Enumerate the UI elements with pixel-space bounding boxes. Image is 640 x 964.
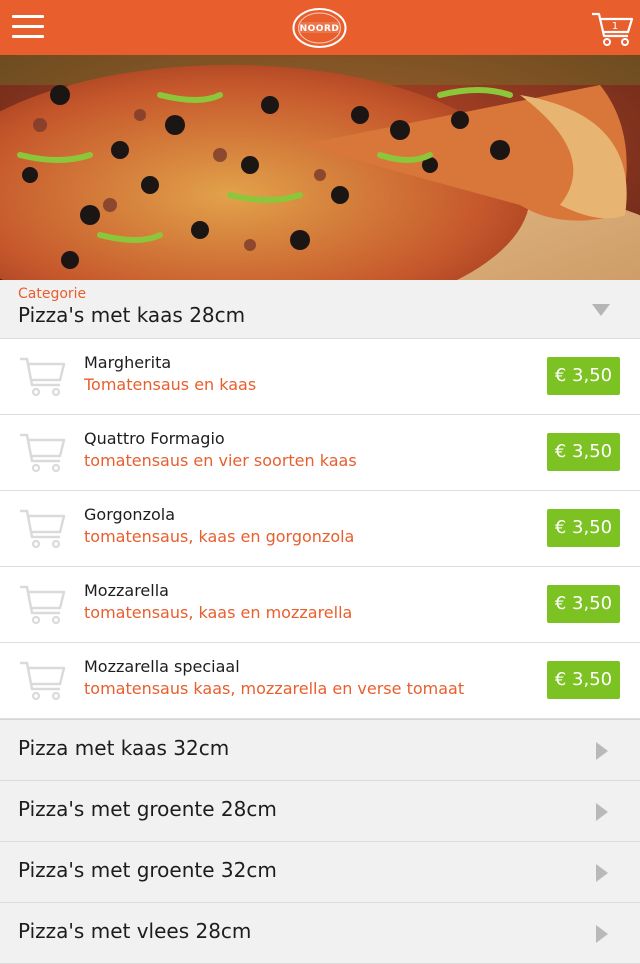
add-to-cart-icon[interactable] [18,583,66,625]
category-row[interactable]: Pizza's met vlees 28cm [0,903,640,964]
category-label: Categorie [18,286,87,302]
product-item[interactable]: Quattro Formagio tomatensaus en vier soo… [0,415,640,491]
expand-arrow-icon [596,742,608,760]
expand-arrow-icon [596,925,608,943]
category-selected-value: Pizza's met kaas 28cm [18,303,246,327]
product-item[interactable]: Gorgonzola tomatensaus, kaas en gorgonzo… [0,491,640,567]
price-button[interactable]: € 3,50 [547,661,620,699]
app-header: NOORD 1 [0,0,640,55]
product-item[interactable]: Margherita Tomatensaus en kaas € 3,50 [0,339,640,415]
add-to-cart-icon[interactable] [18,431,66,473]
category-select[interactable]: Categorie Pizza's met kaas 28cm [0,280,640,339]
product-item[interactable]: Mozzarella speciaal tomatensaus kaas, mo… [0,643,640,719]
cart-count-badge: 1 [612,21,618,32]
product-description: tomatensaus, kaas en mozzarella [84,603,353,622]
add-to-cart-icon[interactable] [18,659,66,701]
category-row-label: Pizza met kaas 32cm [18,736,230,760]
expand-arrow-icon [596,864,608,882]
category-row-label: Pizza's met vlees 28cm [18,919,252,943]
dropdown-triangle-icon[interactable] [592,304,610,316]
category-row[interactable]: Pizza's met groente 32cm [0,842,640,903]
product-item[interactable]: Mozzarella tomatensaus, kaas en mozzarel… [0,567,640,643]
product-description: tomatensaus en vier soorten kaas [84,451,357,470]
product-description: Tomatensaus en kaas [84,375,257,394]
category-row-label: Pizza's met groente 28cm [18,797,277,821]
noord-logo[interactable]: NOORD [291,6,348,50]
price-button[interactable]: € 3,50 [547,509,620,547]
price-button[interactable]: € 3,50 [547,433,620,471]
product-description: tomatensaus kaas, mozzarella en verse to… [84,679,465,698]
product-name: Mozzarella [84,581,169,600]
category-list: Pizza met kaas 32cm Pizza's met groente … [0,719,640,964]
product-description: tomatensaus, kaas en gorgonzola [84,527,355,546]
product-name: Margherita [84,353,172,372]
logo-text: NOORD [300,24,340,34]
price-button[interactable]: € 3,50 [547,357,620,395]
category-row[interactable]: Pizza's met groente 28cm [0,781,640,842]
product-name: Gorgonzola [84,505,176,524]
expand-arrow-icon [596,803,608,821]
product-name: Mozzarella speciaal [84,657,240,676]
price-button[interactable]: € 3,50 [547,585,620,623]
category-row[interactable]: Pizza met kaas 32cm [0,720,640,781]
shopping-cart-icon[interactable]: 1 [590,8,634,48]
hero-pizza-image [0,55,640,280]
product-list: Margherita Tomatensaus en kaas € 3,50 Qu… [0,339,640,719]
category-row-label: Pizza's met groente 32cm [18,858,277,882]
hamburger-icon[interactable] [12,15,44,40]
product-name: Quattro Formagio [84,429,225,448]
add-to-cart-icon[interactable] [18,355,66,397]
add-to-cart-icon[interactable] [18,507,66,549]
